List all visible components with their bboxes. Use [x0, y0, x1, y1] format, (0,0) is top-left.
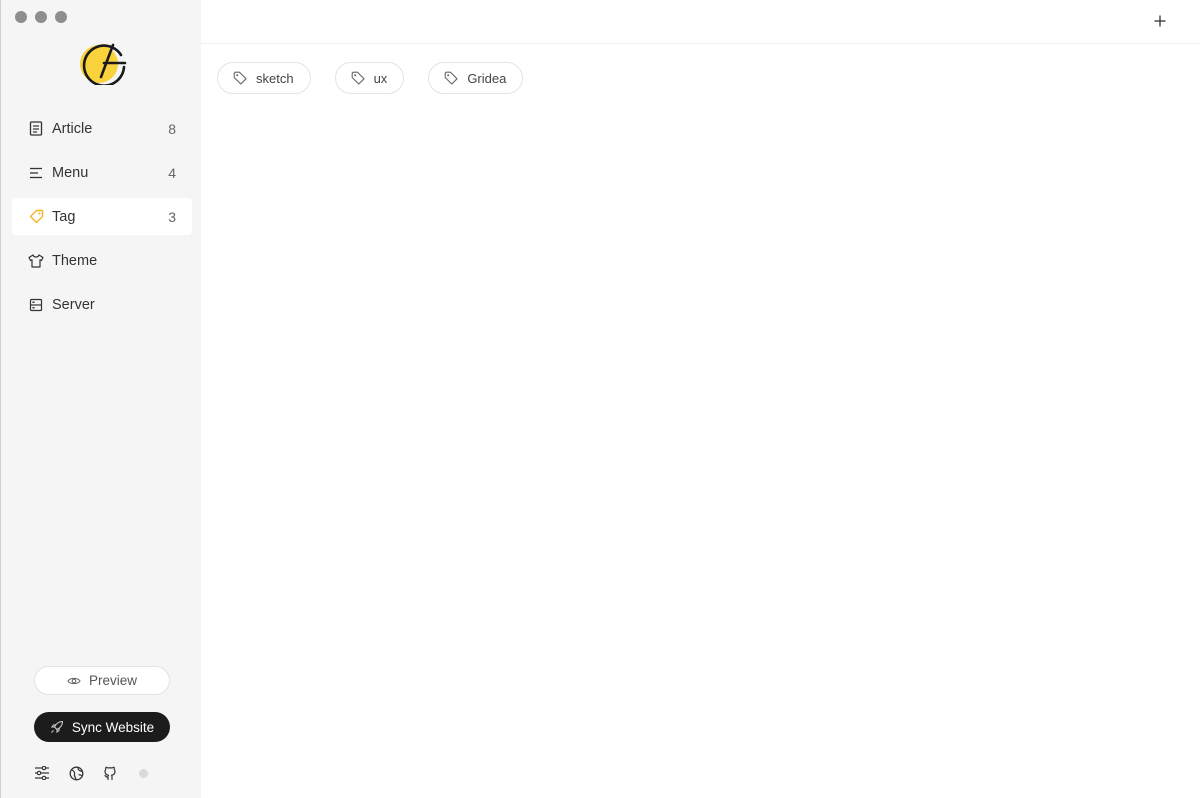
sidebar-item-label: Server: [52, 296, 95, 313]
sidebar-item-article[interactable]: Article 8: [12, 110, 192, 147]
rocket-icon: [50, 720, 64, 734]
tag-chip[interactable]: Gridea: [428, 62, 524, 94]
sidebar: Article 8 Menu 4 Tag 3 Theme Server Prev…: [0, 0, 201, 798]
preview-button[interactable]: Preview: [34, 666, 170, 695]
sidebar-item-label: Article: [52, 120, 93, 137]
tag-chip[interactable]: ux: [334, 62, 405, 94]
article-icon: [28, 121, 44, 137]
sidebar-item-label: Tag: [52, 208, 76, 225]
tag-icon: [233, 71, 247, 85]
preview-label: Preview: [88, 673, 137, 688]
sidebar-item-count: 3: [168, 208, 176, 225]
sidebar-item-label: Theme: [52, 252, 98, 269]
main-panel: sketch ux Gridea: [201, 0, 1200, 798]
menu-icon: [28, 165, 44, 181]
sidebar-item-label: Menu: [52, 164, 89, 181]
sidebar-footer: [33, 764, 148, 782]
github-icon[interactable]: [101, 764, 119, 782]
app-window: Article 8 Menu 4 Tag 3 Theme Server Prev…: [0, 0, 1200, 798]
gridea-logo-icon: [79, 39, 127, 87]
tag-label: sketch: [256, 70, 294, 86]
close-window-button[interactable]: [15, 11, 27, 23]
minimize-window-button[interactable]: [35, 11, 47, 23]
window-controls: [15, 11, 67, 23]
add-tag-button[interactable]: [1151, 12, 1169, 30]
server-icon: [28, 297, 44, 313]
plus-icon: [1154, 15, 1166, 27]
sync-status-dot: [139, 768, 148, 778]
sync-website-label: Sync Website: [71, 719, 155, 735]
tag-icon: [351, 71, 365, 85]
eye-icon: [67, 676, 81, 686]
sidebar-item-tag[interactable]: Tag 3: [12, 198, 192, 235]
tag-icon: [444, 71, 458, 85]
shirt-icon: [28, 253, 44, 269]
sidebar-item-theme[interactable]: Theme: [12, 242, 192, 279]
globe-icon[interactable]: [67, 764, 85, 782]
sidebar-item-count: 8: [168, 120, 176, 137]
sidebar-nav: Article 8 Menu 4 Tag 3 Theme Server: [12, 110, 192, 330]
tag-list: sketch ux Gridea: [217, 62, 547, 94]
tag-icon: [28, 209, 44, 225]
settings-sliders-icon[interactable]: [33, 764, 51, 782]
sync-website-button[interactable]: Sync Website: [34, 712, 170, 742]
sidebar-item-count: 4: [168, 164, 176, 181]
sidebar-item-server[interactable]: Server: [12, 286, 192, 323]
tag-chip[interactable]: sketch: [217, 62, 311, 94]
maximize-window-button[interactable]: [55, 11, 67, 23]
toolbar: [201, 0, 1200, 44]
tag-label: ux: [373, 70, 388, 86]
sidebar-item-menu[interactable]: Menu 4: [12, 154, 192, 191]
tag-label: Gridea: [467, 70, 507, 86]
